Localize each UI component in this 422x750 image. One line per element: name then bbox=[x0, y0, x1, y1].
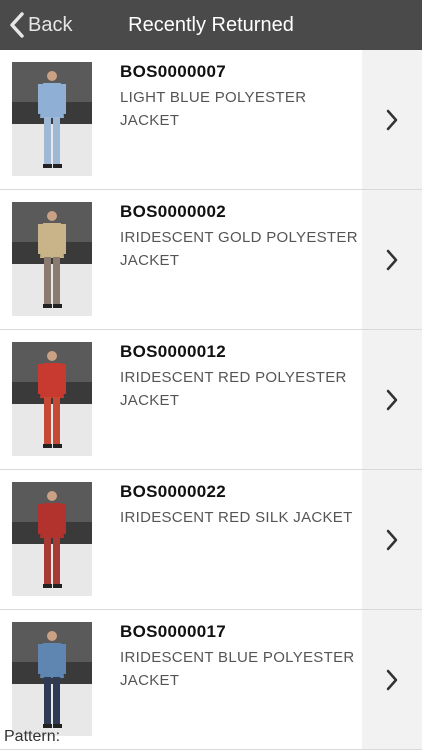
disclosure-button[interactable] bbox=[362, 50, 422, 189]
chevron-right-icon bbox=[386, 109, 398, 130]
item-code: BOS0000022 bbox=[120, 482, 227, 501]
footer-label: Pattern: bbox=[4, 728, 61, 745]
item-description: IRIDESCENT RED POLYESTER JACKET bbox=[120, 369, 347, 409]
disclosure-button[interactable] bbox=[362, 330, 422, 469]
product-photo bbox=[12, 342, 92, 456]
item-description: IRIDESCENT RED SILK JACKET bbox=[120, 509, 353, 526]
item-code: BOS0000012 bbox=[120, 342, 227, 361]
item-description: IRIDESCENT BLUE POLYESTER JACKET bbox=[120, 649, 355, 689]
disclosure-button[interactable] bbox=[362, 190, 422, 329]
chevron-right-icon bbox=[386, 389, 398, 410]
product-photo bbox=[12, 202, 92, 316]
navigation-bar: Back Recently Returned bbox=[0, 0, 422, 50]
disclosure-button[interactable] bbox=[362, 610, 422, 749]
item-code: BOS0000002 bbox=[120, 202, 227, 221]
disclosure-button[interactable] bbox=[362, 470, 422, 609]
item-code: BOS0000007 bbox=[120, 62, 227, 81]
list-item[interactable]: BOS0000012 IRIDESCENT RED POLYESTER JACK… bbox=[0, 330, 422, 470]
chevron-right-icon bbox=[386, 249, 398, 270]
chevron-left-icon bbox=[10, 12, 24, 38]
list-item[interactable]: BOS0000017 IRIDESCENT BLUE POLYESTER JAC… bbox=[0, 610, 422, 750]
item-description: IRIDESCENT GOLD POLYESTER JACKET bbox=[120, 229, 358, 269]
product-photo bbox=[12, 62, 92, 176]
item-code: BOS0000017 bbox=[120, 622, 227, 641]
returned-items-list: BOS0000007 LIGHT BLUE POLYESTER JACKET B… bbox=[0, 50, 422, 750]
list-item[interactable]: BOS0000002 IRIDESCENT GOLD POLYESTER JAC… bbox=[0, 190, 422, 330]
back-label: Back bbox=[28, 13, 73, 36]
product-photo bbox=[12, 622, 92, 736]
list-item[interactable]: BOS0000022 IRIDESCENT RED SILK JACKET bbox=[0, 470, 422, 610]
product-photo bbox=[12, 482, 92, 596]
back-button[interactable]: Back bbox=[8, 0, 72, 50]
item-description: LIGHT BLUE POLYESTER JACKET bbox=[120, 89, 307, 129]
chevron-right-icon bbox=[386, 529, 398, 550]
list-item[interactable]: BOS0000007 LIGHT BLUE POLYESTER JACKET bbox=[0, 50, 422, 190]
chevron-right-icon bbox=[386, 669, 398, 690]
